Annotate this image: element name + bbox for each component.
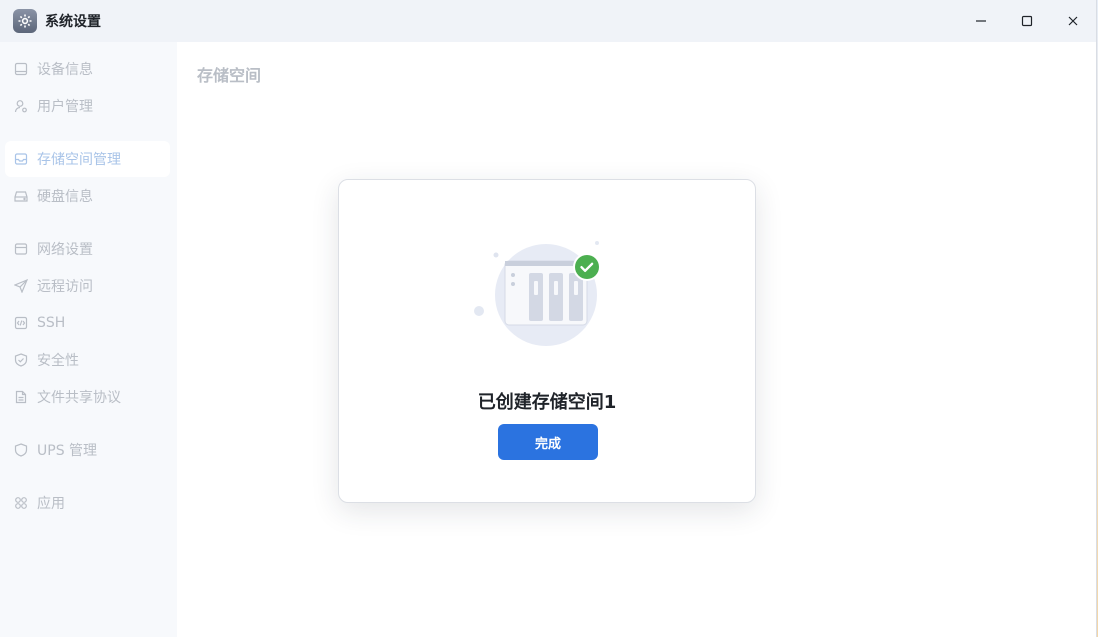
sidebar-item-apps[interactable]: 应用 [5, 485, 170, 521]
sidebar-item-disk-info[interactable]: 硬盘信息 [5, 178, 170, 214]
document-icon [13, 389, 29, 405]
sidebar-item-label: 硬盘信息 [37, 189, 93, 205]
sidebar-item-label: 远程访问 [37, 279, 93, 295]
nas-storage-icon [469, 235, 609, 355]
maximize-button[interactable] [1004, 0, 1050, 42]
sidebar-item-label: UPS 管理 [37, 443, 98, 459]
sidebar-item-label: 应用 [37, 496, 65, 512]
sidebar-item-user-management[interactable]: 用户管理 [5, 88, 170, 124]
page-title: 存储空间 [197, 66, 262, 85]
sidebar: 设备信息 用户管理 存储空间管理 硬盘信息 网络设置 远程访问 SSH 安全性 … [0, 42, 177, 637]
window-controls [958, 0, 1096, 42]
storage-icon [13, 151, 29, 167]
sidebar-item-label: 存储空间管理 [37, 152, 121, 168]
minimize-button[interactable] [958, 0, 1004, 42]
minimize-icon [976, 20, 986, 22]
send-icon [13, 278, 29, 294]
success-dialog: 已创建存储空间1 完成 [338, 179, 756, 503]
monitor-icon [13, 61, 29, 77]
sidebar-item-label: SSH [37, 315, 66, 331]
network-icon [13, 241, 29, 257]
sidebar-item-file-sharing[interactable]: 文件共享协议 [5, 379, 170, 415]
harddisk-icon [13, 188, 29, 204]
dialog-message: 已创建存储空间1 [477, 392, 617, 413]
maximize-icon [1021, 15, 1033, 27]
sidebar-item-network-settings[interactable]: 网络设置 [5, 231, 170, 267]
sidebar-item-security[interactable]: 安全性 [5, 342, 170, 378]
sidebar-item-device-info[interactable]: 设备信息 [5, 51, 170, 87]
sidebar-item-label: 文件共享协议 [37, 390, 121, 406]
user-icon [13, 98, 29, 114]
gear-icon [13, 9, 37, 33]
code-icon [13, 315, 29, 331]
check-circle-icon [573, 253, 601, 281]
close-icon [1068, 16, 1078, 26]
sidebar-item-label: 安全性 [37, 353, 79, 369]
window-title: 系统设置 [45, 14, 101, 30]
close-button[interactable] [1050, 0, 1096, 42]
sidebar-item-label: 设备信息 [37, 62, 93, 78]
title-bar: 系统设置 [0, 0, 1096, 42]
sidebar-item-ups-management[interactable]: UPS 管理 [5, 432, 170, 468]
sidebar-item-label: 网络设置 [37, 242, 93, 258]
done-button[interactable]: 完成 [498, 424, 598, 460]
sidebar-item-ssh[interactable]: SSH [5, 305, 170, 341]
sidebar-item-storage-management[interactable]: 存储空间管理 [5, 141, 170, 177]
sidebar-item-remote-access[interactable]: 远程访问 [5, 268, 170, 304]
settings-window: 系统设置 设备信息 用户管理 存储空间管理 硬盘信息 网络设置 远程访问 SSH… [0, 0, 1097, 637]
apps-icon [13, 495, 29, 511]
shield-check-icon [13, 352, 29, 368]
shield-icon [13, 442, 29, 458]
sidebar-item-label: 用户管理 [37, 99, 93, 115]
